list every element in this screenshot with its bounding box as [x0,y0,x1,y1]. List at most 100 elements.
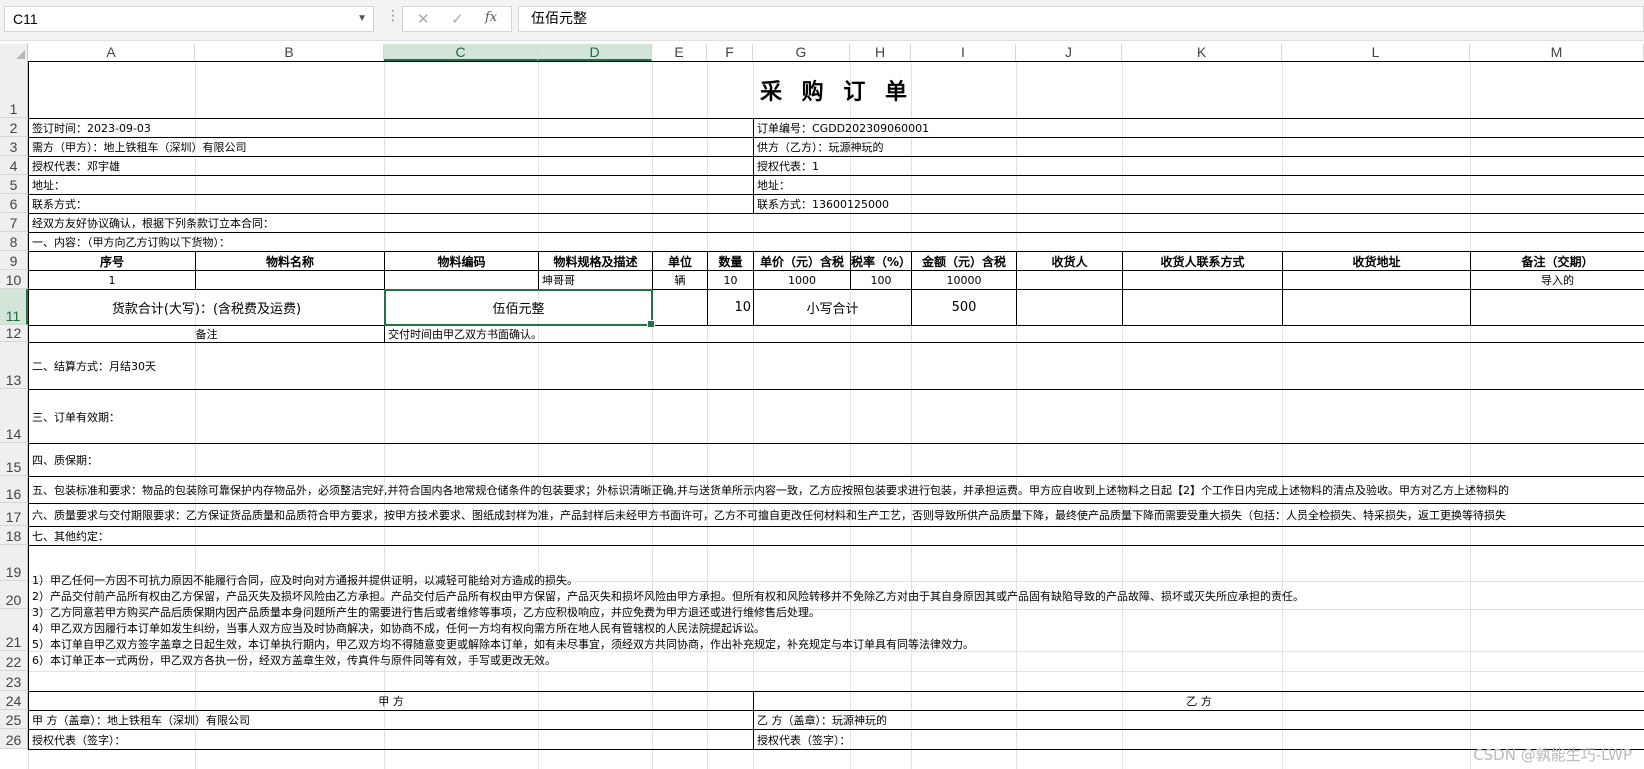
column-header-f[interactable]: F [707,44,753,61]
enter-icon[interactable]: ✓ [451,10,464,28]
cell-spec[interactable]: 坤哥哥 [538,270,653,290]
sign-party-a[interactable]: 授权代表（签字）： [28,729,754,750]
column-header-c[interactable]: C [384,44,538,61]
column-header-g[interactable]: G [753,44,850,61]
cell-j11[interactable] [1016,289,1123,326]
contact-a[interactable]: 联系方式： [28,194,754,214]
remark-label[interactable]: 备注 [28,325,385,343]
header-material-name[interactable]: 物料名称 [195,251,385,271]
seal-party-b[interactable]: 乙 方（盖章）：玩源神玩的 [753,710,1644,730]
sign-date[interactable]: 签订时间：2023-09-03 [28,118,754,138]
row-header-7[interactable]: 7 [0,213,28,232]
cell-tax[interactable]: 100 [850,270,912,290]
row-header-22[interactable]: 22 [0,651,28,671]
sig-party-a-header[interactable]: 甲 方 [28,691,754,711]
total-qty[interactable]: 10 [707,289,754,326]
header-receive-address[interactable]: 收货地址 [1282,251,1471,271]
name-box[interactable]: C11 ▼ [4,6,374,32]
row-header-24[interactable]: 24 [0,691,28,710]
rep-b[interactable]: 授权代表：1 [753,156,1644,176]
column-header-e[interactable]: E [652,44,707,61]
row-header-14[interactable]: 14 [0,389,28,443]
row-header-5[interactable]: 5 [0,175,28,194]
section-settlement[interactable]: 二、结算方式：月结30天 [28,342,1644,390]
select-all-corner[interactable] [0,44,28,61]
cell-material-code[interactable] [384,270,539,290]
column-header-i[interactable]: I [911,44,1016,61]
formula-input[interactable]: 伍佰元整 [518,6,1644,32]
header-material-code[interactable]: 物料编码 [384,251,539,271]
row-header-15[interactable]: 15 [0,443,28,476]
order-number[interactable]: 订单编号：CGDD202309060001 [753,118,1644,138]
row-header-18[interactable]: 18 [0,526,28,545]
cell-receiver-contact[interactable] [1122,270,1283,290]
remark-text[interactable]: 交付时间由甲乙双方书面确认。 [384,325,1644,343]
section-warranty[interactable]: 四、质保期： [28,443,1644,477]
more-dots-icon[interactable]: ⋮ [386,8,400,24]
active-cell-selection[interactable] [384,289,655,328]
column-header-j[interactable]: J [1016,44,1122,61]
row-header-10[interactable]: 10 [0,270,28,289]
cell-remark[interactable]: 导入的 [1470,270,1644,290]
cell-m11[interactable] [1470,289,1644,326]
header-tax[interactable]: 税率（%） [850,251,912,271]
row-header-6[interactable]: 6 [0,194,28,213]
cell-receive-address[interactable] [1282,270,1471,290]
column-header-m[interactable]: M [1470,44,1644,61]
row-header-3[interactable]: 3 [0,137,28,156]
column-header-h[interactable]: H [850,44,911,61]
party-b[interactable]: 供方（乙方）：玩源神玩的 [753,137,1644,157]
section-validity[interactable]: 三、订单有效期： [28,389,1644,444]
column-header-b[interactable]: B [195,44,384,61]
column-header-l[interactable]: L [1282,44,1470,61]
row-header-16[interactable]: 16 [0,476,28,503]
order-title[interactable]: 采 购 订 单 [28,61,1644,119]
row-header-19[interactable]: 19 [0,545,28,581]
row-header-11[interactable]: 11 [0,289,28,325]
party-a[interactable]: 需方（甲方）：地上铁租车（深圳）有限公司 [28,137,754,157]
section-packaging[interactable]: 五、包装标准和要求：物品的包装除可靠保护内存物品外，必须整洁完好,并符合国内各地… [28,476,1644,504]
section-quality[interactable]: 六、质量要求与交付期限要求：乙方保证货品质量和品质符合甲方要求，按甲方技术要求、… [28,503,1644,527]
cell-k11[interactable] [1122,289,1283,326]
row-header-4[interactable]: 4 [0,156,28,175]
header-amount[interactable]: 金额（元）含税 [911,251,1017,271]
header-seq[interactable]: 序号 [28,251,196,271]
row-header-8[interactable]: 8 [0,232,28,251]
section-other[interactable]: 七、其他约定： [28,526,1644,546]
row-header-21[interactable]: 21 [0,609,28,651]
cancel-icon[interactable]: ✕ [417,10,430,28]
small-total[interactable]: 500 [911,289,1017,326]
header-price[interactable]: 单价（元）含税 [753,251,851,271]
row-header-1[interactable]: 1 [0,61,28,118]
intro-text[interactable]: 经双方友好协议确认，根据下列条款订立本合同： [28,213,1644,233]
cell-price[interactable]: 1000 [753,270,851,290]
row-header-2[interactable]: 2 [0,118,28,137]
insert-function-icon[interactable]: fx [485,10,497,25]
header-receiver-contact[interactable]: 收货人联系方式 [1122,251,1283,271]
section-content[interactable]: 一、内容：（甲方向乙方订购以下货物）： [28,232,1644,252]
header-unit[interactable]: 单位 [652,251,708,271]
cell-qty[interactable]: 10 [707,270,754,290]
small-total-label[interactable]: 小写合计 [753,289,912,326]
row-header-23[interactable]: 23 [0,671,28,691]
header-spec[interactable]: 物料规格及描述 [538,251,653,271]
row-header-17[interactable]: 17 [0,503,28,526]
total-label[interactable]: 货款合计(大写)：(含税费及运费) [28,289,385,326]
cell-e11[interactable] [652,289,708,326]
cell-unit[interactable]: 辆 [652,270,708,290]
row-header-9[interactable]: 9 [0,251,28,270]
contact-b[interactable]: 联系方式：13600125000 [753,194,1644,214]
cell-amount[interactable]: 10000 [911,270,1017,290]
header-qty[interactable]: 数量 [707,251,754,271]
sig-party-b-header[interactable]: 乙 方 [753,691,1644,711]
column-header-a[interactable]: A [28,44,195,61]
chevron-down-icon[interactable]: ▼ [357,7,367,31]
rep-a[interactable]: 授权代表：邓宇雄 [28,156,754,176]
header-remark[interactable]: 备注（交期） [1470,251,1644,271]
row-header-20[interactable]: 20 [0,581,28,609]
cell-l11[interactable] [1282,289,1471,326]
seal-party-a[interactable]: 甲 方（盖章）：地上铁租车（深圳）有限公司 [28,710,754,730]
column-header-k[interactable]: K [1122,44,1282,61]
row-header-13[interactable]: 13 [0,342,28,389]
cell-material-name[interactable] [195,270,385,290]
